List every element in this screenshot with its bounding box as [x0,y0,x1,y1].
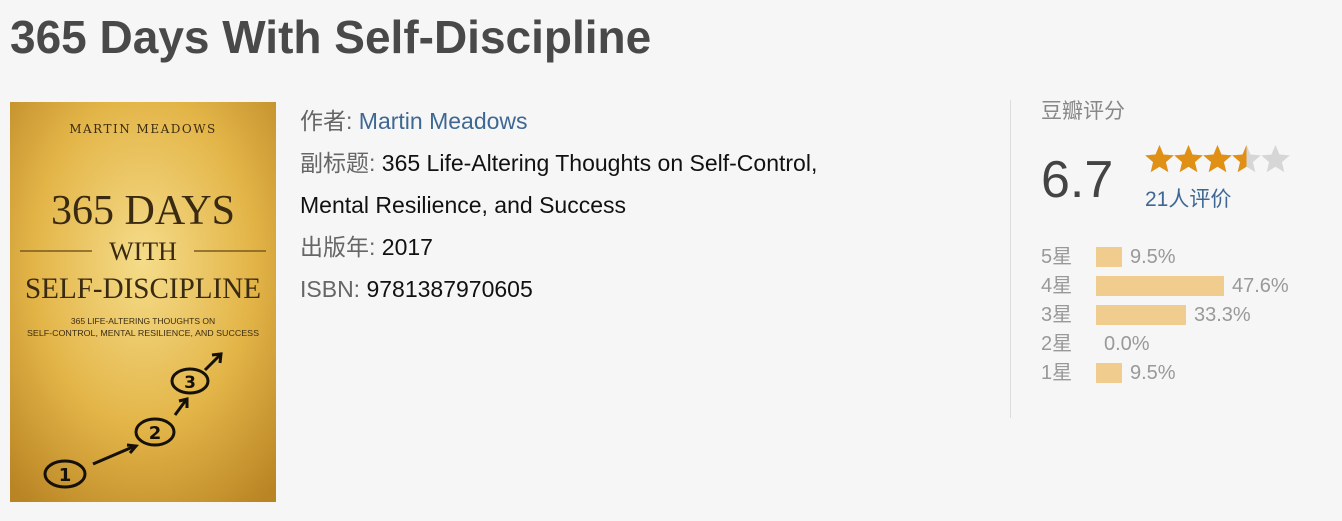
rating-dist-percent: 9.5% [1130,362,1176,384]
subtitle-value-line2: Mental Resilience, and Success [300,192,626,218]
star-icons [1145,145,1290,173]
isbn-row: ISBN: 9781387970605 [300,268,940,310]
page-title: 365 Days With Self-Discipline [10,11,652,63]
subtitle-row: 副标题: 365 Life-Altering Thoughts on Self-… [300,142,940,184]
rating-dist-bar [1096,247,1122,267]
author-label: 作者: [300,108,353,134]
year-value: 2017 [381,234,433,260]
star-full-icon [1203,145,1232,173]
rating-dist-bar [1096,305,1186,325]
rating-dist-label: 3星 [1041,304,1073,326]
rating-stars [1145,145,1295,175]
book-cover-art: MARTIN MEADOWS 365 DAYS WITH SELF-DISCIP… [10,102,276,502]
rating-dist-percent: 9.5% [1130,246,1176,268]
cover-title-line3: SELF-DISCIPLINE [25,272,261,305]
year-label: 出版年: [300,234,376,260]
cover-step-1: 1 [59,465,72,486]
subtitle-label: 副标题: [300,150,376,176]
rating-dist-bar [1096,276,1224,296]
subtitle-row-continued: Mental Resilience, and Success [300,184,940,226]
isbn-value: 9781387970605 [366,276,533,302]
cover-title-line1: 365 DAYS [51,188,235,234]
rating-title: 豆瓣评分 [1041,100,1125,123]
rating-dist-label: 5星 [1041,246,1073,268]
section-divider [1010,100,1011,418]
rating-dist-percent: 47.6% [1232,275,1289,297]
author-link[interactable]: Martin Meadows [359,108,528,134]
author-row: 作者: Martin Meadows [300,100,940,142]
cover-tagline-2: SELF-CONTROL, MENTAL RESILIENCE, AND SUC… [27,328,259,338]
cover-title-line2: WITH [109,237,177,266]
book-info: 作者: Martin Meadows 副标题: 365 Life-Alterin… [300,100,940,310]
book-cover-image[interactable]: MARTIN MEADOWS 365 DAYS WITH SELF-DISCIP… [10,102,276,502]
rating-dist-label: 2星 [1041,333,1073,355]
rating-dist-bar [1096,363,1122,383]
rating-dist-label: 4星 [1041,275,1073,297]
subtitle-value-line1: 365 Life-Altering Thoughts on Self-Contr… [381,150,818,176]
isbn-label: ISBN: [300,276,361,302]
cover-author: MARTIN MEADOWS [69,122,217,136]
cover-step-3: 3 [184,373,196,393]
rating-dist-label: 1星 [1041,362,1073,384]
star-full-icon [1145,145,1174,173]
star-empty-icon [1261,145,1290,173]
rating-dist-percent: 33.3% [1194,304,1251,326]
rating-votes-link[interactable]: 21人评价 [1145,185,1231,215]
year-row: 出版年: 2017 [300,226,940,268]
rating-score: 6.7 [1041,151,1114,209]
cover-step-2: 2 [149,423,162,444]
rating-dist-percent: 0.0% [1104,333,1150,355]
star-full-icon [1174,145,1203,173]
rating-panel: 豆瓣评分 6.7 21人评价 5星 9.5% 4星 47.6% 3星 33.3% 2星 0.0… [1041,95,1341,384]
cover-tagline-1: 365 LIFE-ALTERING THOUGHTS ON [71,316,215,326]
